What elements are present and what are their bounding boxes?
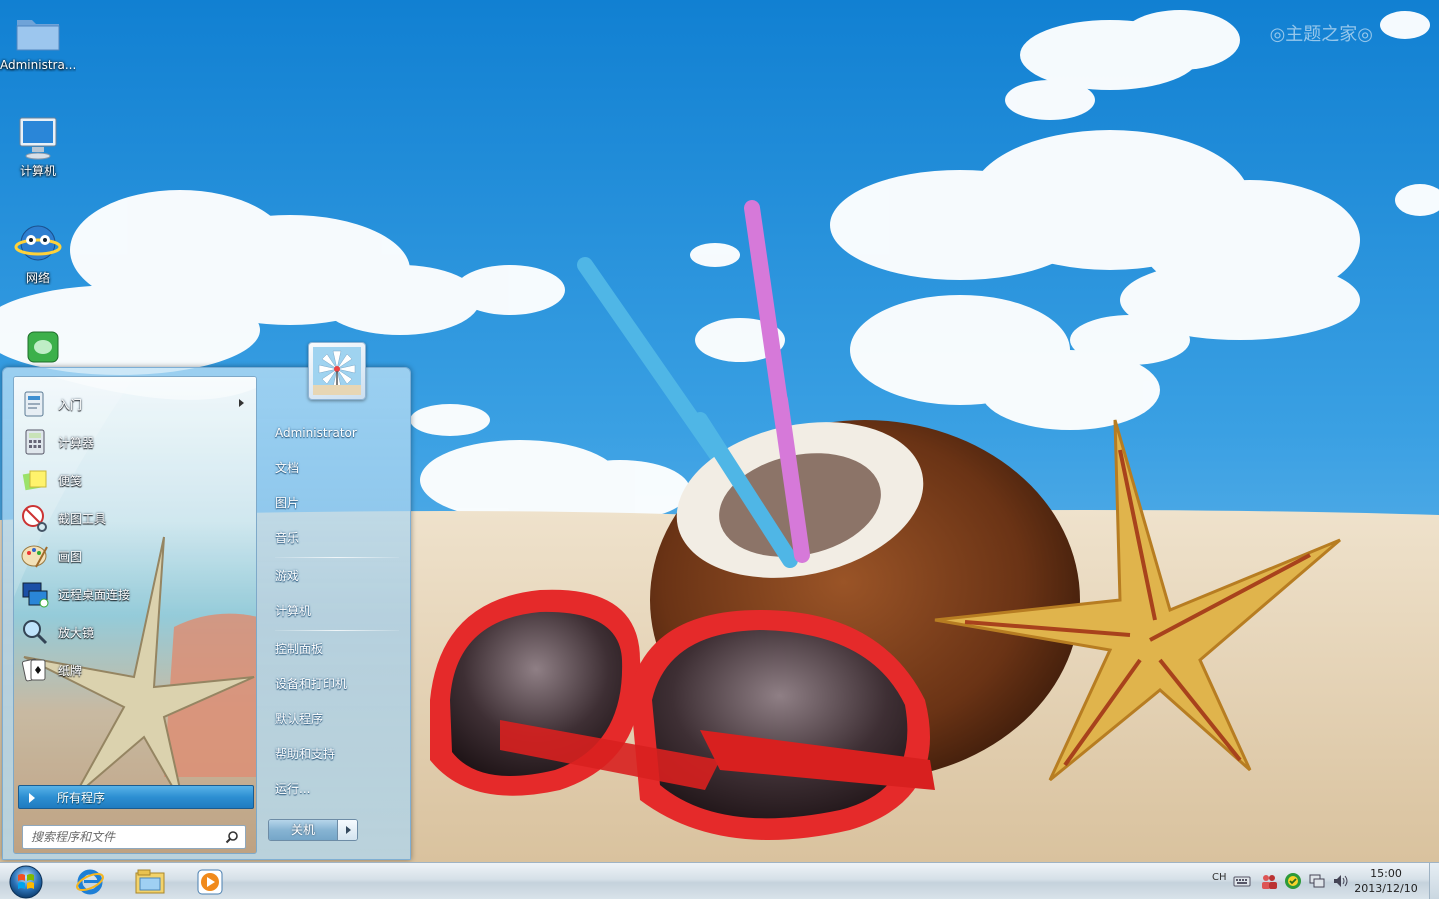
start-menu-programs-pane: 入门 计算器 便笺 截图工具 画图 远程桌面连接 放大镜 纸牌 所有程序 搜索程…: [13, 376, 257, 854]
start-link-default-programs[interactable]: 默认程序: [265, 702, 405, 737]
taskbar-app-internet-explorer[interactable]: [62, 865, 118, 899]
start-link-pictures[interactable]: 图片: [265, 486, 405, 521]
desktop-icon-computer[interactable]: 计算机: [0, 114, 76, 178]
explorer-icon: [135, 869, 165, 894]
program-label: 纸牌: [58, 663, 83, 678]
start-link-documents[interactable]: 文档: [265, 451, 405, 486]
search-input[interactable]: [31, 830, 221, 844]
start-link-devices-printers[interactable]: 设备和打印机: [265, 667, 405, 702]
program-label: 入门: [58, 397, 83, 412]
start-link-run[interactable]: 运行...: [265, 772, 405, 807]
pinwheel-icon: [313, 347, 361, 395]
start-button[interactable]: [5, 864, 47, 899]
start-menu-places-pane: Administrator 文档 图片 音乐 游戏 计算机 控制面板 设备和打印…: [265, 416, 405, 807]
desktop-icon-label: 计算机: [19, 164, 56, 178]
program-label: 计算器: [58, 435, 95, 450]
program-item-remote-desktop[interactable]: 远程桌面连接: [14, 575, 256, 613]
program-item-snipping-tool[interactable]: 截图工具: [14, 499, 256, 537]
start-link-music[interactable]: 音乐: [265, 521, 405, 556]
desktop-icon-administrator[interactable]: Administra...: [0, 8, 76, 72]
snipping-tool-icon: [22, 505, 47, 532]
program-item-sticky-notes[interactable]: 便笺: [14, 461, 256, 499]
keyboard-icon[interactable]: [1233, 872, 1251, 890]
taskbar: CH 15:00 2013/12/10: [0, 862, 1439, 899]
start-menu: 入门 计算器 便笺 截图工具 画图 远程桌面连接 放大镜 纸牌 所有程序 搜索程…: [2, 342, 411, 860]
chevron-right-icon: [346, 826, 351, 834]
clock-time: 15:00: [1370, 867, 1402, 880]
network-status-icon[interactable]: [1308, 872, 1326, 890]
computer-icon: [19, 117, 57, 160]
program-label: 截图工具: [58, 511, 107, 526]
pinned-programs-list: 入门 计算器 便笺 截图工具 画图 远程桌面连接 放大镜 纸牌: [14, 385, 256, 689]
all-programs-button[interactable]: 所有程序: [18, 785, 254, 809]
shutdown-options-button[interactable]: [337, 820, 357, 840]
volume-icon[interactable]: [1332, 872, 1350, 890]
input-language-indicator[interactable]: CH: [1212, 872, 1227, 883]
submenu-arrow-icon[interactable]: [239, 399, 244, 407]
program-item-solitaire[interactable]: 纸牌: [14, 651, 256, 689]
start-link-games[interactable]: 游戏: [265, 559, 405, 594]
desktop-icon-label: 网络: [25, 271, 50, 285]
security-shield-icon[interactable]: [1284, 872, 1302, 890]
taskbar-app-media-player[interactable]: [182, 865, 238, 899]
search-icon[interactable]: [225, 830, 239, 844]
menu-separator: [275, 630, 399, 631]
program-item-paint[interactable]: 画图: [14, 537, 256, 575]
calculator-icon: [25, 429, 45, 455]
network-icon: [14, 225, 62, 261]
user-account-picture[interactable]: [308, 342, 366, 400]
paint-icon: [21, 545, 48, 568]
shutdown-button[interactable]: 关机: [269, 820, 337, 840]
start-link-control-panel[interactable]: 控制面板: [265, 632, 405, 667]
expand-arrow-icon: [29, 793, 35, 803]
program-item-getting-started[interactable]: 入门: [14, 385, 256, 423]
remote-desktop-icon: [22, 582, 49, 608]
desktop-icon-network[interactable]: 网络: [0, 221, 76, 285]
media-player-icon: [197, 869, 223, 895]
program-label: 放大镜: [58, 625, 95, 640]
start-link-computer[interactable]: 计算机: [265, 594, 405, 629]
program-label: 便笺: [58, 473, 83, 488]
program-label: 远程桌面连接: [58, 587, 131, 602]
program-item-calculator[interactable]: 计算器: [14, 423, 256, 461]
program-item-magnifier[interactable]: 放大镜: [14, 613, 256, 651]
show-desktop-button[interactable]: [1429, 863, 1439, 899]
taskbar-app-explorer[interactable]: [122, 865, 178, 899]
system-clock[interactable]: 15:00 2013/12/10: [1351, 866, 1421, 896]
magnifier-icon: [23, 620, 48, 645]
wallpaper-watermark: ◎主题之家◎: [1269, 24, 1373, 45]
ie-icon: [76, 869, 104, 895]
all-programs-label: 所有程序: [57, 790, 106, 805]
start-link-help-support[interactable]: 帮助和支持: [265, 737, 405, 772]
desktop-icon-label: Administra...: [0, 58, 76, 72]
start-search-box[interactable]: [22, 825, 246, 849]
sticky-notes-icon: [22, 470, 47, 491]
shutdown-control: 关机: [268, 819, 358, 841]
menu-separator: [275, 557, 399, 558]
getting-started-icon: [24, 391, 44, 417]
program-label: 画图: [58, 549, 83, 564]
user-folder-icon: [16, 20, 60, 51]
user-pair-icon[interactable]: [1260, 872, 1278, 890]
solitaire-icon: [21, 658, 46, 682]
clock-date: 2013/12/10: [1354, 882, 1418, 895]
start-link-user[interactable]: Administrator: [265, 416, 405, 451]
